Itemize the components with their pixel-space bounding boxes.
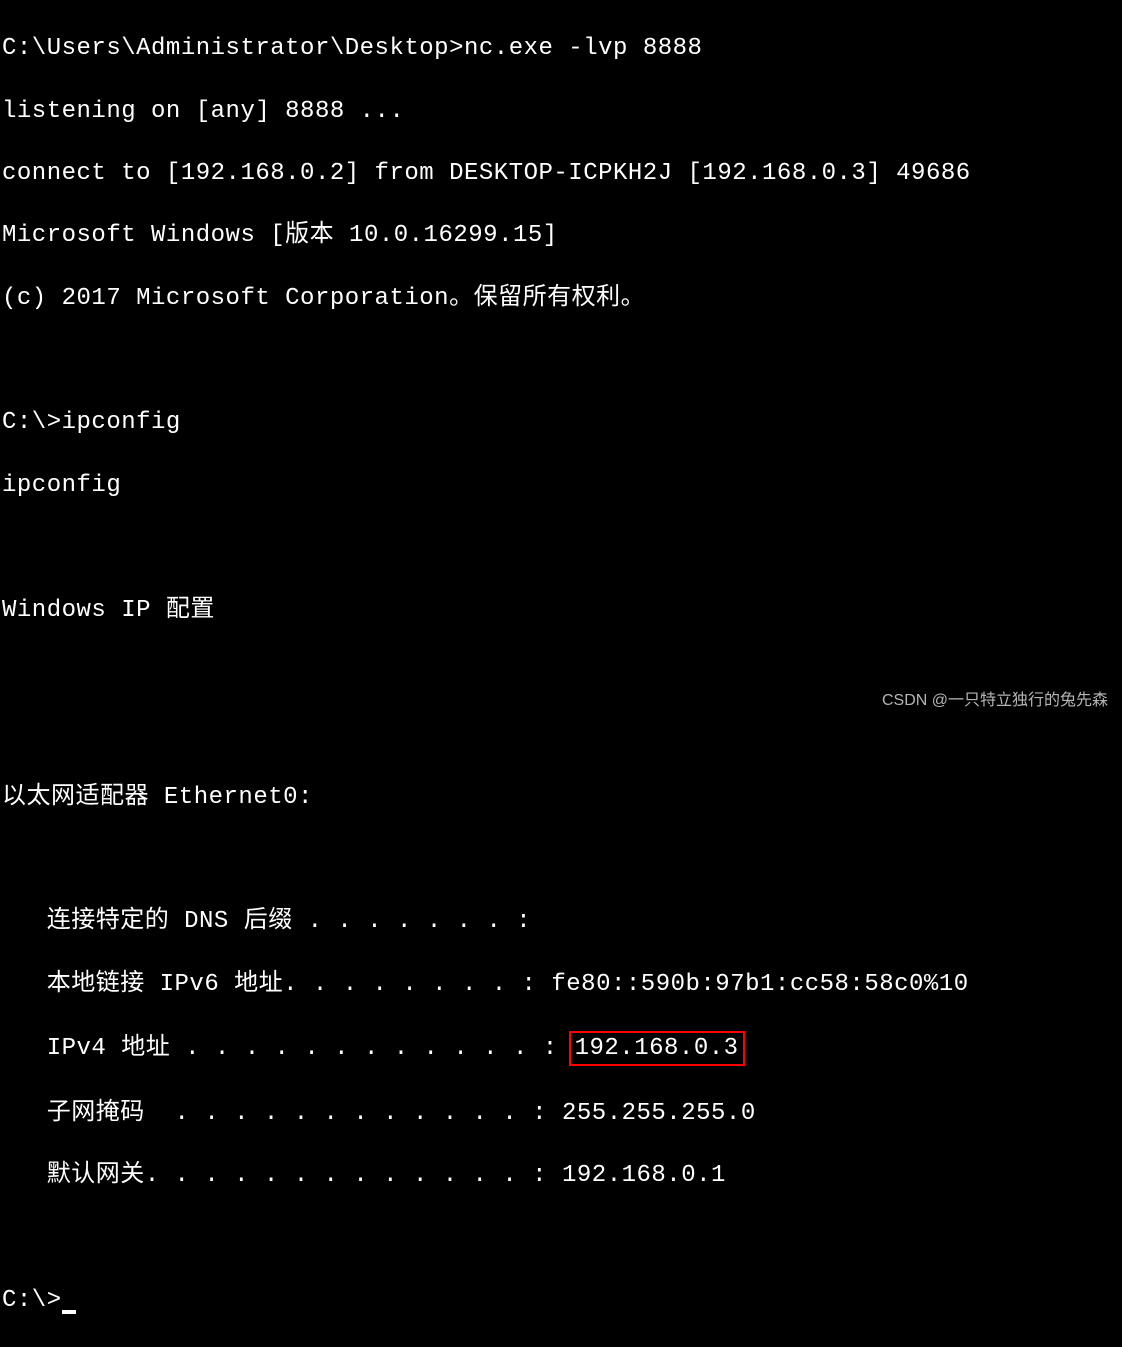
copyright-line: (c) 2017 Microsoft Corporation。保留所有权利。 bbox=[2, 283, 1122, 314]
ipv4-highlight-box: 192.168.0.3 bbox=[569, 1031, 745, 1066]
ipv6-label: 本地链接 IPv6 地址. . . . . . . . : bbox=[2, 971, 551, 998]
subnet-label: 子网掩码 . . . . . . . . . . . . : bbox=[2, 1100, 562, 1127]
windows-version-line: Microsoft Windows [版本 10.0.16299.15] bbox=[2, 220, 1122, 251]
blank-line bbox=[2, 719, 1122, 750]
gateway-label: 默认网关. . . . . . . . . . . . . : bbox=[2, 1162, 562, 1189]
ipconfig-command: ipconfig bbox=[62, 409, 181, 436]
listening-line: listening on [any] 8888 ... bbox=[2, 96, 1122, 127]
blank-line bbox=[2, 1222, 1122, 1253]
watermark-text: CSDN @一只特立独行的兔先森 bbox=[882, 691, 1108, 712]
cursor-icon bbox=[62, 1310, 76, 1314]
blank-line bbox=[2, 345, 1122, 376]
gateway-value: 192.168.0.1 bbox=[562, 1162, 726, 1189]
nc-command: nc.exe -lvp 8888 bbox=[464, 35, 702, 62]
blank-line bbox=[2, 657, 1122, 688]
prompt-path: C:\Users\Administrator\Desktop> bbox=[2, 35, 464, 62]
adapter-header: 以太网适配器 Ethernet0: bbox=[2, 782, 1122, 813]
ipv4-label: IPv4 地址 . . . . . . . . . . . . : bbox=[2, 1033, 573, 1064]
terminal-output[interactable]: C:\Users\Administrator\Desktop>nc.exe -l… bbox=[2, 2, 1122, 1347]
ipconfig-echo: ipconfig bbox=[2, 470, 1122, 501]
connect-line: connect to [192.168.0.2] from DESKTOP-IC… bbox=[2, 158, 1122, 189]
prompt-c: C:\> bbox=[2, 409, 62, 436]
blank-line bbox=[2, 532, 1122, 563]
subnet-value: 255.255.255.0 bbox=[562, 1100, 756, 1127]
ipconfig-header: Windows IP 配置 bbox=[2, 595, 1122, 626]
ipv6-value: fe80::590b:97b1:cc58:58c0%10 bbox=[551, 971, 968, 998]
prompt-c-final: C:\> bbox=[2, 1287, 62, 1314]
dns-suffix-row: 连接特定的 DNS 后缀 . . . . . . . : bbox=[2, 906, 1122, 937]
blank-line bbox=[2, 844, 1122, 875]
ipv4-value: 192.168.0.3 bbox=[575, 1035, 739, 1062]
